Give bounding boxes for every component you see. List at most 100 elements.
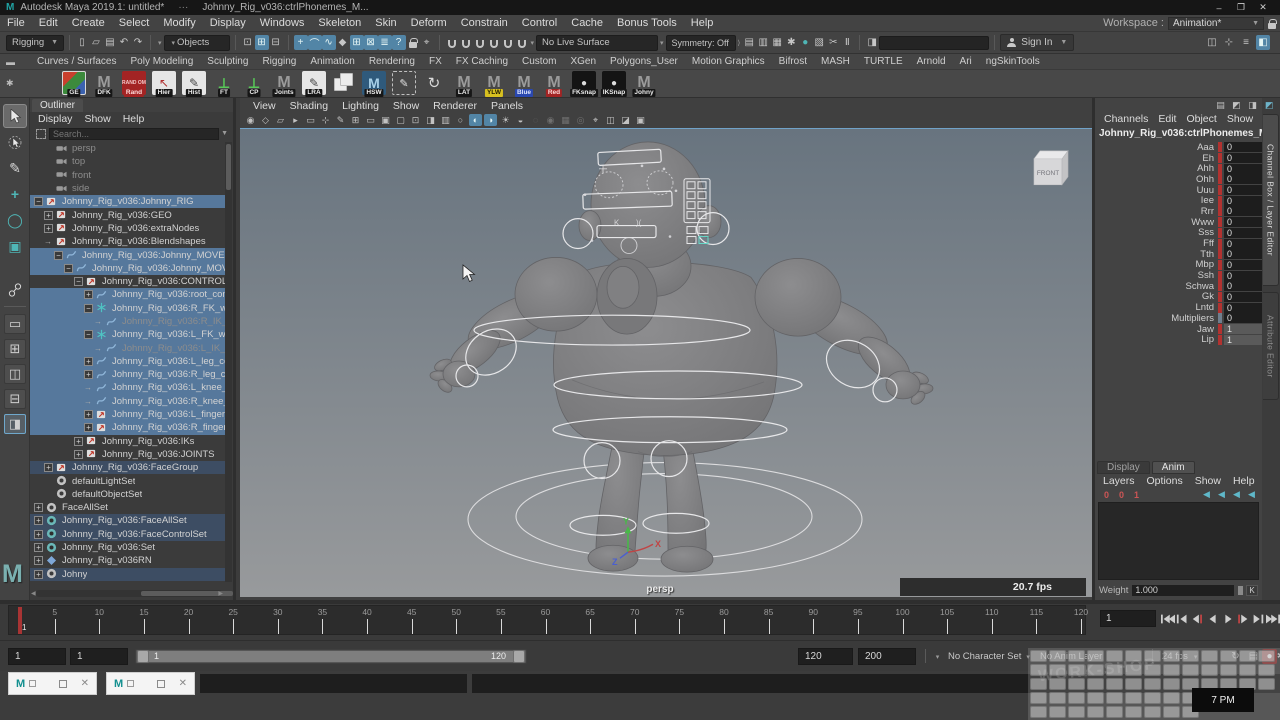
filter-icon[interactable] — [36, 129, 46, 139]
osk-key[interactable] — [1163, 650, 1180, 662]
rotate-tool[interactable]: ◯ — [3, 208, 27, 232]
menu-deform[interactable]: Deform — [404, 17, 454, 29]
osk-key[interactable] — [1087, 678, 1104, 690]
single-pane-layout[interactable]: ▭ — [4, 314, 26, 334]
outliner-item[interactable]: →Johnny_Rig_v036:R_knee_con — [30, 395, 228, 408]
joint-tool[interactable] — [3, 278, 27, 302]
viewport-menu-renderer[interactable]: Renderer — [426, 100, 484, 112]
play-forwards-button[interactable] — [1221, 610, 1235, 627]
osk-key[interactable] — [1125, 706, 1142, 718]
expander-icon[interactable]: + — [34, 516, 43, 525]
chevron-down-icon[interactable]: ▼ — [221, 130, 228, 137]
go-to-end-button[interactable] — [1266, 610, 1280, 627]
menu-help[interactable]: Help — [684, 17, 721, 29]
outliner-item[interactable]: −Johnny_Rig_v036:Johnny_RIG — [30, 195, 228, 208]
maximize-icon[interactable] — [157, 680, 165, 688]
shelf-tab-fx[interactable]: FX — [422, 56, 449, 67]
osk-key[interactable] — [1182, 664, 1199, 676]
close-icon[interactable]: ✕ — [1252, 2, 1274, 13]
outliner-item[interactable]: +Johnny_Rig_v036:GEO — [30, 208, 228, 221]
expand-group-icon[interactable]: ▾ — [531, 39, 535, 47]
shelf-item-rotate-icon[interactable]: ↻ — [422, 71, 446, 95]
scene-render-view-icon[interactable]: ◪ — [619, 114, 632, 126]
minimize-icon[interactable]: – — [1208, 3, 1230, 13]
osk-key[interactable] — [1258, 650, 1275, 662]
channel-row[interactable]: Ohh0 — [1095, 174, 1262, 185]
close-icon[interactable]: ✕ — [81, 678, 89, 689]
osk-key[interactable] — [1030, 664, 1047, 676]
viewport-menu-lighting[interactable]: Lighting — [335, 100, 386, 112]
osk-key[interactable] — [1068, 664, 1085, 676]
ambient-occlusion-icon[interactable]: ◌ — [529, 114, 542, 126]
channel-row[interactable]: Www0 — [1095, 217, 1262, 228]
lock-camera-icon[interactable]: ◇ — [259, 114, 272, 126]
channel-value-field[interactable]: 0 — [1224, 239, 1262, 249]
shelf-item-hist-icon[interactable]: ✎Hist — [182, 71, 206, 95]
save-scene-icon[interactable]: ▤ — [103, 35, 117, 50]
menu-skeleton[interactable]: Skeleton — [311, 17, 368, 29]
shelf-item-ylw-icon[interactable]: MYLW — [482, 71, 506, 95]
channel-row[interactable]: Lip1 — [1095, 334, 1262, 345]
osk-key[interactable] — [1030, 692, 1047, 704]
range-end-handle[interactable] — [513, 650, 525, 663]
select-object-icon[interactable]: ⊞ — [255, 35, 269, 50]
create-override-layer-icon[interactable]: 1 — [1129, 489, 1144, 500]
channel-box-menu-object[interactable]: Object — [1181, 113, 1221, 125]
snapshot-icon[interactable]: ◫ — [604, 114, 617, 126]
render-current-frame-icon[interactable]: ▥ — [756, 35, 770, 50]
expand-group-icon[interactable]: ▾ — [158, 39, 162, 47]
osk-key[interactable] — [1125, 650, 1142, 662]
osk-key[interactable] — [1163, 664, 1180, 676]
outliner-item[interactable]: +Johnny_Rig_v036:L_finger_controls — [30, 408, 228, 421]
viewport-settings-icon[interactable]: ▣ — [634, 114, 647, 126]
playback-start-field[interactable]: 1 — [70, 648, 128, 665]
osk-key[interactable] — [1220, 650, 1237, 662]
outliner-item[interactable]: +Johnny_Rig_v036:Set — [30, 541, 228, 554]
shelf-tab-arnold[interactable]: Arnold — [910, 56, 953, 67]
menu-create[interactable]: Create — [65, 17, 112, 29]
image-plane-icon[interactable]: ▭ — [304, 114, 317, 126]
osk-key[interactable] — [1144, 664, 1161, 676]
osk-key[interactable] — [1049, 706, 1066, 718]
outliner-item[interactable]: →Johnny_Rig_v036:L_IK_wrist_con — [30, 341, 228, 354]
close-icon[interactable]: ✕ — [179, 678, 187, 689]
osk-key[interactable] — [1030, 706, 1047, 718]
outliner-item[interactable]: side — [30, 182, 228, 195]
construction-history-icon[interactable]: ? — [392, 35, 406, 50]
channel-row[interactable]: Uuu0 — [1095, 185, 1262, 196]
snap-magnet-4-icon[interactable] — [490, 40, 498, 48]
scroll-right-icon[interactable]: ▶ — [218, 590, 223, 597]
expander-icon[interactable]: + — [34, 503, 43, 512]
expander-icon[interactable]: + — [44, 463, 53, 472]
outliner-item[interactable]: +Johnny_Rig_v036:root_con — [30, 288, 228, 301]
chevron-right-icon[interactable]: ⟩ — [738, 39, 741, 47]
osk-key[interactable] — [1049, 678, 1066, 690]
expander-icon[interactable]: + — [44, 224, 53, 233]
shelf-item-rand-icon[interactable]: RAND OMRand — [122, 71, 146, 95]
shelf-tab-rigging[interactable]: Rigging — [255, 56, 303, 67]
chevron-down-icon[interactable]: ▾ — [930, 649, 945, 664]
range-slider[interactable]: 1 120 — [135, 649, 527, 664]
grid-icon[interactable]: ⊞ — [349, 114, 362, 126]
channel-box-object-name[interactable]: Johnny_Rig_v036:ctrlPhonemes_M... — [1099, 128, 1276, 139]
input-connections-icon[interactable]: ≣ — [378, 35, 392, 50]
shelf-tab-ari[interactable]: Ari — [953, 56, 979, 67]
expander-icon[interactable]: + — [84, 423, 93, 432]
channel-row[interactable]: Jaw1 — [1095, 324, 1262, 335]
side-tab-attribute-editor[interactable]: Attribute Editor — [1263, 292, 1279, 400]
outliner-item[interactable]: defaultLightSet — [30, 474, 228, 487]
region-icon[interactable]: ⊡ — [409, 114, 422, 126]
outliner-item[interactable]: −Johnny_Rig_v036:CONTROLS — [30, 275, 228, 288]
channel-row[interactable]: Lntd0 — [1095, 302, 1262, 313]
weight-slider-handle[interactable] — [1238, 586, 1243, 595]
workspace-selector[interactable]: Animation* ▼ — [1168, 17, 1264, 30]
select-hierarchy-icon[interactable]: ⊡ — [241, 35, 255, 50]
expander-icon[interactable]: + — [34, 570, 43, 579]
lasso-tool[interactable] — [3, 130, 27, 154]
outliner-item[interactable]: −Johnny_Rig_v036:R_FK_wrist_offset1 — [30, 302, 228, 315]
osk-key[interactable] — [1239, 664, 1256, 676]
step-forward-frame-button[interactable] — [1251, 610, 1265, 627]
two-d-pan-zoom-icon[interactable]: ⊹ — [319, 114, 332, 126]
split-pane-layout[interactable]: ◫ — [4, 364, 26, 384]
shelf-item-blue-icon[interactable]: MBlue — [512, 71, 536, 95]
